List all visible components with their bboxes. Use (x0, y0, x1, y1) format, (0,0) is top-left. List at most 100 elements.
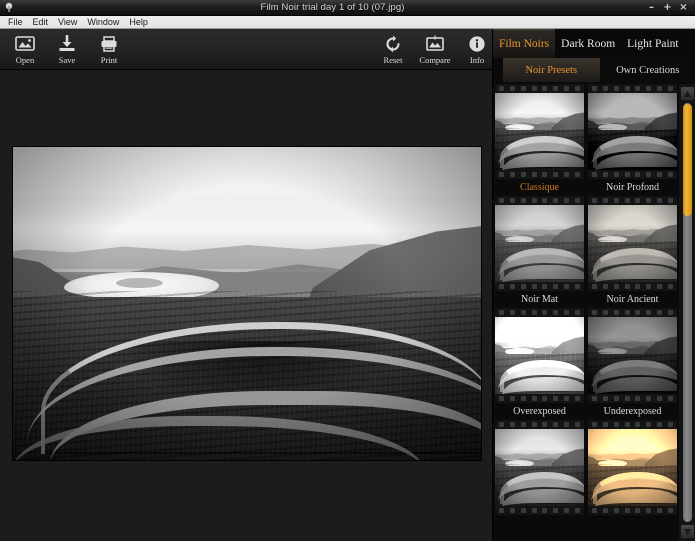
preview-image-content (13, 147, 481, 460)
preset-label-noir-mat: Noir Mat (493, 291, 586, 308)
open-button-label: Open (16, 55, 34, 65)
toolbar-left-group: Open Save (4, 31, 130, 68)
sprocket-holes-top (495, 308, 584, 317)
preset-thumbnail-image (495, 317, 584, 394)
preset-thumbnail-image (588, 317, 677, 394)
reset-button[interactable]: Reset (372, 31, 414, 68)
window-controls: – + × (647, 3, 688, 13)
preset-thumbnail-image (588, 429, 677, 506)
main-tabs: Film Noirs Dark Room Light Paint (493, 29, 695, 58)
save-button-label: Save (59, 55, 76, 65)
filmstrip-frame[interactable] (588, 420, 677, 515)
chevron-up-icon (684, 91, 691, 97)
preset-label-noir-profond: Noir Profond (586, 179, 679, 196)
filmstrip-frame[interactable] (495, 308, 584, 403)
preset-item-noir-profond[interactable]: Noir Profond (586, 84, 679, 196)
filmstrip-frame[interactable] (495, 196, 584, 291)
print-icon (99, 33, 119, 54)
sprocket-holes-bottom (588, 170, 677, 179)
preset-item-7[interactable] (493, 420, 586, 532)
compare-button[interactable]: Compare (414, 31, 456, 68)
preset-label-underexposed: Underexposed (586, 403, 679, 420)
info-icon (468, 33, 486, 54)
preset-label-8 (586, 515, 679, 532)
sprocket-holes-top (495, 196, 584, 205)
sprocket-holes-bottom (495, 282, 584, 291)
preset-item-8[interactable] (586, 420, 679, 532)
sprocket-holes-bottom (495, 506, 584, 515)
presets-scrollbar[interactable] (679, 84, 695, 541)
preset-thumbnail-image (495, 429, 584, 506)
compare-button-label: Compare (419, 55, 450, 65)
sprocket-holes-bottom (495, 394, 584, 403)
tab-dark-room[interactable]: Dark Room (555, 29, 621, 58)
sprocket-holes-top (495, 420, 584, 429)
menu-item-view[interactable]: View (53, 16, 82, 28)
sprocket-holes-top (588, 84, 677, 93)
filmstrip-frame[interactable] (588, 308, 677, 403)
reset-button-label: Reset (384, 55, 403, 65)
menu-bar: File Edit View Window Help (0, 16, 695, 29)
sprocket-holes-bottom (588, 282, 677, 291)
maximize-button[interactable]: + (663, 3, 672, 13)
open-image-icon (15, 33, 35, 54)
filmstrip-frame[interactable] (588, 196, 677, 291)
menu-item-window[interactable]: Window (82, 16, 124, 28)
subtab-own-creations[interactable]: Own Creations (600, 58, 695, 82)
tab-film-noirs[interactable]: Film Noirs (493, 29, 555, 58)
window-title: Film Noir trial day 1 of 10 (07.jpg) (18, 2, 647, 13)
preset-row: Classique Noir Profond (493, 84, 679, 196)
preset-item-classique[interactable]: Classique (493, 84, 586, 196)
save-button[interactable]: Save (46, 31, 88, 68)
app-icon (2, 1, 18, 15)
subtab-noir-presets[interactable]: Noir Presets (503, 58, 600, 82)
tab-light-paint[interactable]: Light Paint (621, 29, 684, 58)
preset-thumbnail-list: Classique Noir Profond (493, 84, 679, 541)
preset-row: Noir Mat Noir Ancient (493, 196, 679, 308)
preset-label-overexposed: Overexposed (493, 403, 586, 420)
sub-tabs: Noir Presets Own Creations (503, 58, 695, 82)
preview-image[interactable] (13, 147, 481, 460)
preset-thumbnail-image (495, 205, 584, 282)
scrollbar-thumb[interactable] (683, 104, 692, 216)
chevron-down-icon (684, 529, 691, 535)
print-button[interactable]: Print (88, 31, 130, 68)
menu-item-edit[interactable]: Edit (28, 16, 54, 28)
filmstrip-frame[interactable] (495, 84, 584, 179)
toolbar-right-group: Reset Compare (372, 31, 498, 68)
preset-label-classique: Classique (493, 179, 586, 196)
presets-panel: Film Noirs Dark Room Light Paint Noir Pr… (492, 29, 695, 541)
preset-thumbnail-image (495, 93, 584, 170)
info-button-label: Info (470, 55, 484, 65)
menu-item-help[interactable]: Help (124, 16, 153, 28)
title-bar: Film Noir trial day 1 of 10 (07.jpg) – +… (0, 0, 695, 16)
sprocket-holes-top (495, 84, 584, 93)
preset-item-noir-mat[interactable]: Noir Mat (493, 196, 586, 308)
sprocket-holes-bottom (588, 506, 677, 515)
preset-thumbnail-image (588, 205, 677, 282)
open-button[interactable]: Open (4, 31, 46, 68)
preset-label-7 (493, 515, 586, 532)
save-icon (57, 33, 77, 54)
close-button[interactable]: × (679, 3, 688, 13)
minimize-button[interactable]: – (647, 3, 656, 13)
sprocket-holes-top (588, 308, 677, 317)
image-canvas[interactable]: ARP联盟2014-1-15 12:41:02 (0, 70, 492, 541)
sprocket-holes-top (588, 196, 677, 205)
compare-icon (425, 33, 445, 54)
print-button-label: Print (101, 55, 118, 65)
scroll-up-button[interactable] (681, 87, 694, 100)
filmstrip-frame[interactable] (495, 420, 584, 515)
preset-thumbnail-image (588, 93, 677, 170)
preset-item-noir-ancient[interactable]: Noir Ancient (586, 196, 679, 308)
filmstrip-frame[interactable] (588, 84, 677, 179)
preset-label-noir-ancient: Noir Ancient (586, 291, 679, 308)
sprocket-holes-top (588, 420, 677, 429)
preset-row: Overexposed Underexposed (493, 308, 679, 420)
application-window: Film Noir trial day 1 of 10 (07.jpg) – +… (0, 0, 695, 541)
preset-item-underexposed[interactable]: Underexposed (586, 308, 679, 420)
menu-item-file[interactable]: File (3, 16, 28, 28)
preset-item-overexposed[interactable]: Overexposed (493, 308, 586, 420)
scroll-down-button[interactable] (681, 525, 694, 538)
reset-icon (384, 33, 402, 54)
